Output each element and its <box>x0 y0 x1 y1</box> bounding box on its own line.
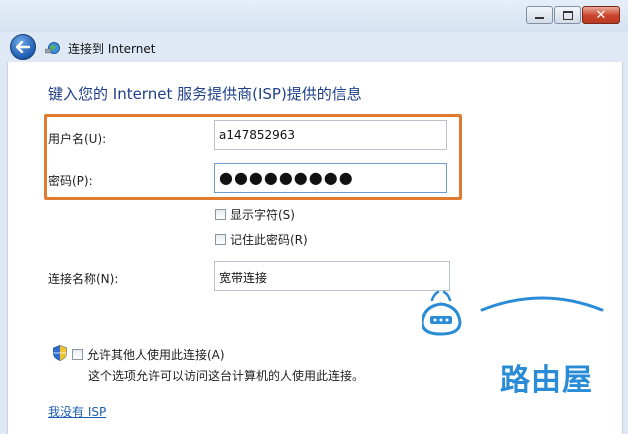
password-label: 密码(P): <box>48 174 93 188</box>
password-field[interactable]: ●●●●●●●●● <box>214 163 447 193</box>
page-heading: 键入您的 Internet 服务提供商(ISP)提供的信息 <box>48 85 362 103</box>
remember-password-checkbox[interactable] <box>215 234 226 245</box>
username-label: 用户名(U): <box>48 132 107 146</box>
window-titlebar: ✕ <box>0 0 628 32</box>
allow-others-checkbox[interactable] <box>72 349 83 360</box>
maximize-icon <box>562 10 573 20</box>
back-button[interactable] <box>10 34 36 60</box>
show-chars-label: 显示字符(S) <box>230 208 295 222</box>
watermark-text: 路由屋 <box>500 363 593 398</box>
allow-others-description: 这个选项允许可以访问这台计算机的人使用此连接。 <box>88 369 365 383</box>
caption-buttons: ✕ <box>525 6 620 24</box>
network-globe-icon <box>45 42 60 54</box>
remember-password-row[interactable]: 记住此密码(R) <box>215 231 308 248</box>
connection-name-field[interactable]: 宽带连接 <box>214 261 450 291</box>
username-field[interactable]: a147852963 <box>214 120 447 150</box>
show-chars-checkbox[interactable] <box>215 209 226 220</box>
close-button[interactable]: ✕ <box>582 6 620 24</box>
connection-name-label: 连接名称(N): <box>48 272 119 286</box>
allow-others-label: 允许其他人使用此连接(A) <box>87 348 225 362</box>
no-isp-link[interactable]: 我没有 ISP <box>48 403 106 420</box>
minimize-button[interactable] <box>526 6 553 24</box>
back-arrow-icon <box>16 41 30 53</box>
minimize-icon <box>535 17 544 19</box>
allow-others-row[interactable]: 允许其他人使用此连接(A) <box>72 346 225 363</box>
router-logo-icon <box>422 290 604 336</box>
maximize-button[interactable] <box>554 6 581 24</box>
uac-shield-icon <box>53 345 67 361</box>
remember-password-label: 记住此密码(R) <box>230 233 308 247</box>
wizard-title: 连接到 Internet <box>68 42 156 56</box>
show-chars-row[interactable]: 显示字符(S) <box>215 206 295 223</box>
close-icon: ✕ <box>595 7 607 23</box>
wizard-navbar: 连接到 Internet <box>0 32 628 62</box>
